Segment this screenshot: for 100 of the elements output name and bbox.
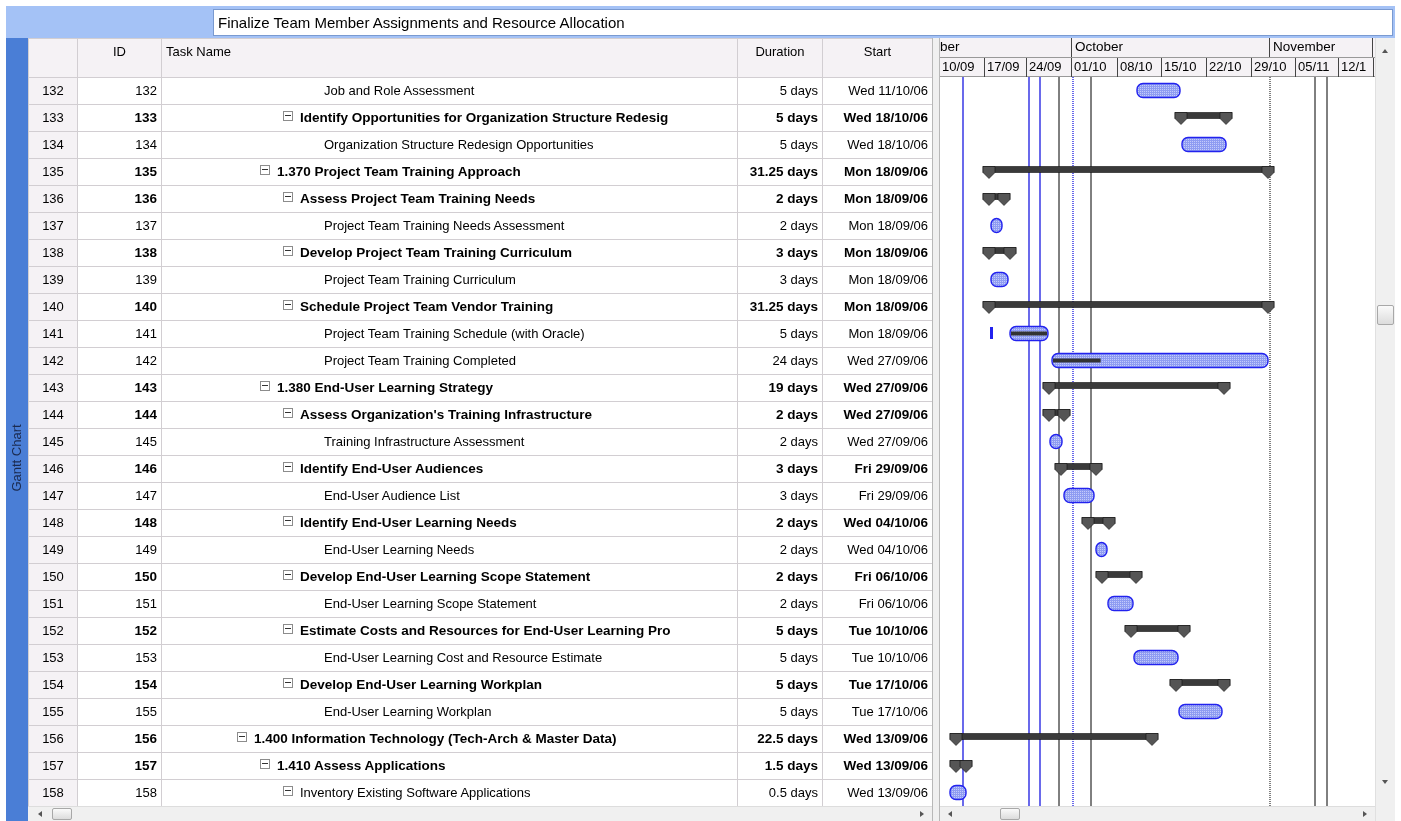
duration-cell: 3 days (737, 239, 823, 267)
task-bar[interactable] (1049, 433, 1063, 450)
task-bar[interactable] (1136, 82, 1181, 99)
summary-bar[interactable] (982, 166, 1275, 179)
week-label: 24/09 (1027, 58, 1072, 77)
week-label: 01/10 (1072, 58, 1118, 77)
collapse-icon[interactable] (283, 461, 293, 472)
summary-bar[interactable] (1169, 679, 1231, 692)
row-number: 134 (28, 131, 78, 159)
summary-bar[interactable] (1124, 625, 1191, 638)
task-name: End-User Learning Scope Statement (324, 596, 537, 612)
row-number: 155 (28, 698, 78, 726)
id-cell: 152 (77, 617, 162, 645)
duration-cell: 2 days (737, 428, 823, 456)
task-bar[interactable] (990, 217, 1003, 234)
scroll-left-icon[interactable] (948, 811, 952, 817)
side-tab[interactable]: Gantt Chart (6, 38, 28, 821)
task-bar[interactable] (1107, 595, 1134, 612)
month-label: November (1270, 38, 1373, 57)
id-cell: 137 (77, 212, 162, 240)
collapse-icon[interactable] (283, 786, 293, 797)
task-bar[interactable] (1095, 541, 1108, 558)
summary-bar[interactable] (982, 247, 1017, 260)
scroll-right-icon[interactable] (920, 811, 924, 817)
id-cell: 144 (77, 401, 162, 429)
collapse-icon[interactable] (237, 731, 247, 742)
duration-cell: 5 days (737, 131, 823, 159)
task-bar[interactable] (1063, 487, 1095, 504)
scroll-down-icon[interactable] (1382, 780, 1388, 784)
scroll-thumb[interactable] (1377, 305, 1394, 325)
task-name: End-User Learning Workplan (324, 704, 492, 720)
scroll-up-icon[interactable] (1382, 49, 1388, 53)
row-number: 135 (28, 158, 78, 186)
collapse-icon[interactable] (260, 380, 270, 391)
summary-bar[interactable] (1054, 463, 1103, 476)
collapse-icon[interactable] (283, 299, 293, 310)
task-bar[interactable] (1178, 703, 1223, 720)
scroll-thumb[interactable] (1000, 808, 1020, 820)
summary-bar[interactable] (1174, 112, 1233, 125)
collapse-icon[interactable] (283, 515, 293, 526)
horizontal-scrollbar[interactable] (940, 806, 1375, 821)
task-bar[interactable] (990, 271, 1009, 288)
collapse-icon[interactable] (260, 164, 270, 175)
scroll-thumb[interactable] (52, 808, 72, 820)
summary-bar[interactable] (949, 733, 1159, 746)
collapse-icon[interactable] (283, 677, 293, 688)
duration-cell: 5 days (737, 698, 823, 726)
collapse-icon[interactable] (283, 245, 293, 256)
task-name: Project Team Training Curriculum (324, 272, 516, 288)
id-cell: 157 (77, 752, 162, 780)
task-name: Project Team Training Completed (324, 353, 516, 369)
scroll-right-icon[interactable] (1363, 811, 1367, 817)
id-cell: 143 (77, 374, 162, 402)
column-header[interactable]: ID (77, 38, 162, 78)
collapse-icon[interactable] (283, 110, 293, 121)
summary-bar[interactable] (1042, 409, 1071, 422)
task-name: Job and Role Assessment (324, 83, 475, 99)
task-name: 1.380 End-User Learning Strategy (277, 379, 494, 395)
column-header[interactable]: Task Name (161, 38, 738, 78)
duration-cell: 3 days (737, 482, 823, 510)
collapse-icon[interactable] (260, 758, 270, 769)
duration-cell: 2 days (737, 509, 823, 537)
task-bar[interactable] (1051, 352, 1269, 369)
horizontal-scrollbar[interactable] (28, 806, 932, 821)
column-header[interactable]: Duration (737, 38, 823, 78)
summary-bar[interactable] (1042, 382, 1231, 395)
scroll-left-icon[interactable] (38, 811, 42, 817)
task-name: Project Team Training Needs Assessment (324, 218, 565, 234)
summary-bar[interactable] (1081, 517, 1116, 530)
task-bar[interactable] (1009, 325, 1049, 342)
week-label: 29/10 (1252, 58, 1296, 77)
summary-bar[interactable] (982, 193, 1011, 206)
column-header[interactable]: Start (822, 38, 932, 78)
row-number: 138 (28, 239, 78, 267)
collapse-icon[interactable] (283, 191, 293, 202)
duration-cell: 31.25 days (737, 293, 823, 321)
id-cell: 134 (77, 131, 162, 159)
month-label: October (1072, 38, 1270, 57)
task-bar[interactable] (1181, 136, 1227, 153)
id-cell: 150 (77, 563, 162, 591)
id-cell: 145 (77, 428, 162, 456)
id-cell: 148 (77, 509, 162, 537)
collapse-icon[interactable] (283, 407, 293, 418)
summary-bar[interactable] (982, 301, 1275, 314)
task-marker (990, 327, 993, 339)
collapse-icon[interactable] (283, 569, 293, 580)
entry-field[interactable]: Finalize Team Member Assignments and Resource Allocation (213, 8, 1393, 36)
summary-bar[interactable] (949, 760, 973, 773)
task-name: End-User Audience List (324, 488, 460, 504)
task-bar[interactable] (949, 784, 967, 801)
task-name: Develop End-User Learning Workplan (300, 676, 543, 692)
vertical-scrollbar[interactable] (1375, 38, 1395, 821)
summary-bar[interactable] (1095, 571, 1143, 584)
duration-cell: 2 days (737, 536, 823, 564)
duration-cell: 2 days (737, 401, 823, 429)
collapse-icon[interactable] (283, 623, 293, 634)
task-name: End-User Learning Needs (324, 542, 475, 558)
duration-cell: 5 days (737, 104, 823, 132)
id-cell: 133 (77, 104, 162, 132)
task-bar[interactable] (1133, 649, 1179, 666)
